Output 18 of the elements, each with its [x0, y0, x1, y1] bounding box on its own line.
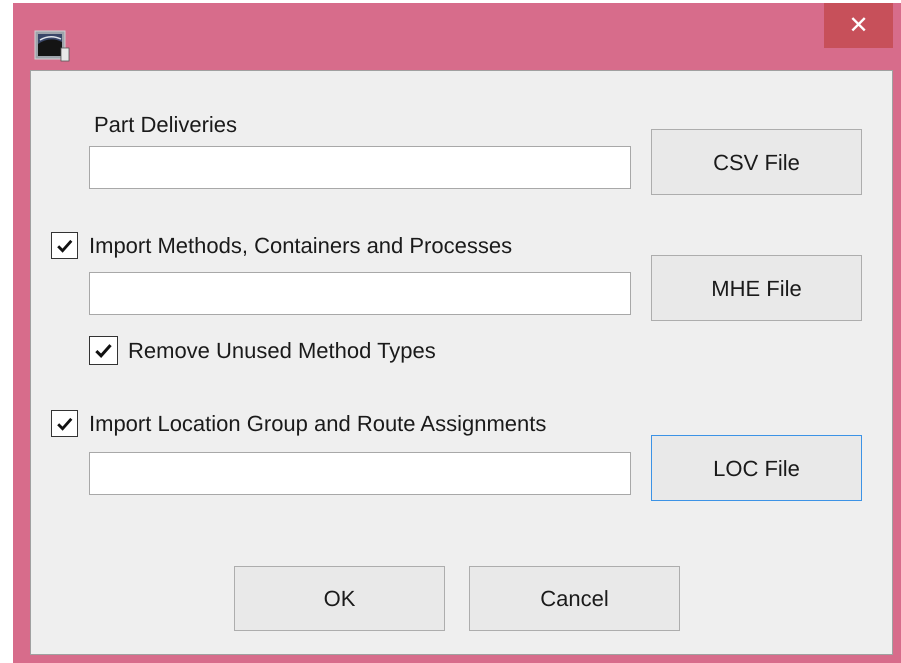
checkbox[interactable] — [51, 232, 78, 259]
file-button[interactable]: LOC File — [651, 435, 862, 501]
dialog-button[interactable]: Cancel — [469, 566, 680, 631]
app-icon — [34, 30, 70, 62]
checkbox-label: Import Methods, Containers and Processes — [89, 232, 512, 259]
file-button[interactable]: MHE File — [651, 255, 862, 321]
checkbox[interactable] — [51, 410, 78, 437]
file-path-field[interactable] — [89, 452, 631, 495]
checkmark-icon — [94, 341, 113, 360]
file-path-field[interactable] — [89, 146, 631, 189]
checkbox-label: Remove Unused Method Types — [128, 337, 436, 365]
field-label: Part Deliveries — [94, 113, 238, 137]
file-path-field[interactable] — [89, 272, 631, 315]
checkbox[interactable] — [89, 336, 118, 365]
checkbox-label: Import Location Group and Route Assignments — [89, 410, 546, 437]
dialog-button[interactable]: OK — [234, 566, 445, 631]
close-button[interactable]: ✕ — [824, 3, 893, 48]
file-button[interactable]: CSV File — [651, 129, 862, 195]
